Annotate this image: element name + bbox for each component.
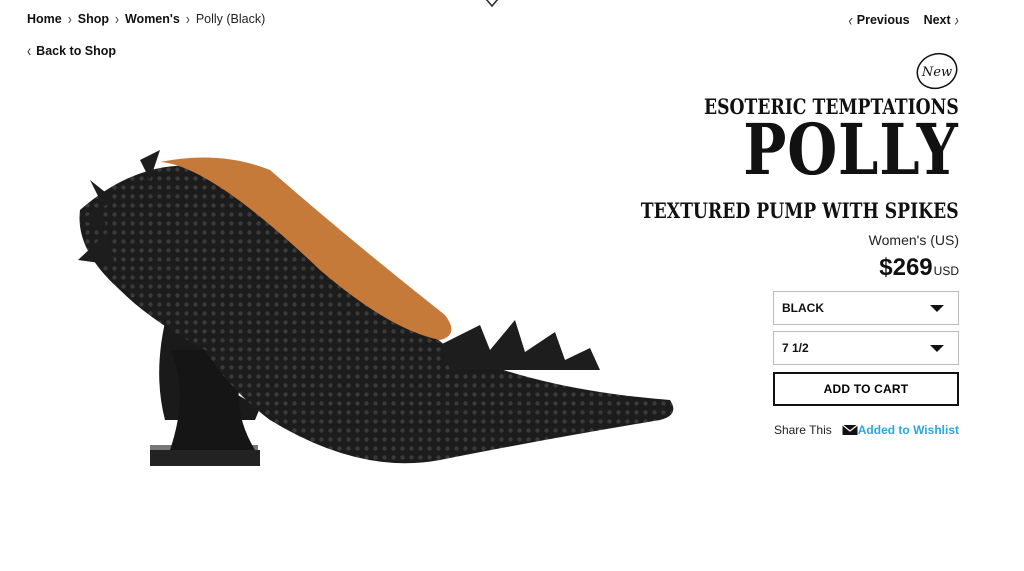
previous-label: Previous — [856, 12, 910, 27]
color-select-value: BLACK — [782, 301, 824, 315]
back-to-shop-link[interactable]: ‹ Back to Shop — [27, 41, 117, 61]
price: $269 USD — [879, 254, 959, 282]
wishlist-link[interactable]: Added to Wishlist — [841, 423, 959, 437]
previous-link[interactable]: ‹ Previous — [848, 9, 910, 30]
chevron-left-icon: ‹ — [27, 41, 32, 61]
product-pager: ‹ Previous Next › — [848, 9, 959, 30]
share-row: Share This Added to Wishlist — [774, 423, 959, 437]
sizing-label: Women's (US) — [868, 232, 959, 248]
breadcrumb-separator-icon: › — [114, 9, 119, 29]
size-select[interactable]: 7 1/2 — [773, 331, 959, 365]
chevron-right-icon: › — [954, 9, 959, 30]
new-badge-text: New — [921, 65, 952, 80]
breadcrumb: Home › Shop › Women's › Polly (Black) — [27, 9, 266, 29]
product-info: New ESOTERIC TEMPTATIONS POLLY TEXTURED … — [629, 52, 959, 452]
caret-down-icon — [930, 344, 944, 352]
color-select[interactable]: BLACK — [773, 291, 959, 325]
wishlist-label: Added to Wishlist — [857, 423, 959, 437]
product-image[interactable] — [20, 120, 700, 520]
product-subtitle: TEXTURED PUMP WITH SPIKES — [641, 198, 959, 223]
breadcrumb-womens[interactable]: Women's — [125, 12, 180, 26]
envelope-icon — [841, 424, 858, 435]
breadcrumb-home[interactable]: Home — [27, 12, 62, 26]
back-to-shop-label: Back to Shop — [36, 44, 117, 58]
breadcrumb-shop[interactable]: Shop — [78, 12, 109, 26]
caret-down-icon — [930, 304, 944, 312]
product-name: POLLY — [743, 108, 959, 191]
size-select-value: 7 1/2 — [782, 341, 809, 355]
next-link[interactable]: Next › — [923, 9, 959, 30]
add-to-cart-button[interactable]: ADD TO CART — [773, 372, 959, 406]
breadcrumb-current: Polly (Black) — [195, 12, 266, 26]
next-label: Next — [923, 12, 951, 27]
share-this-link[interactable]: Share This — [774, 423, 832, 437]
new-badge-icon: New — [916, 52, 958, 90]
shoe-illustration — [78, 150, 674, 466]
price-currency: USD — [933, 264, 959, 278]
price-amount: $269 — [879, 254, 933, 281]
menu-toggle-chevron-icon[interactable] — [484, 0, 500, 8]
chevron-left-icon: ‹ — [848, 9, 853, 30]
breadcrumb-separator-icon: › — [67, 9, 72, 29]
breadcrumb-separator-icon: › — [185, 9, 190, 29]
